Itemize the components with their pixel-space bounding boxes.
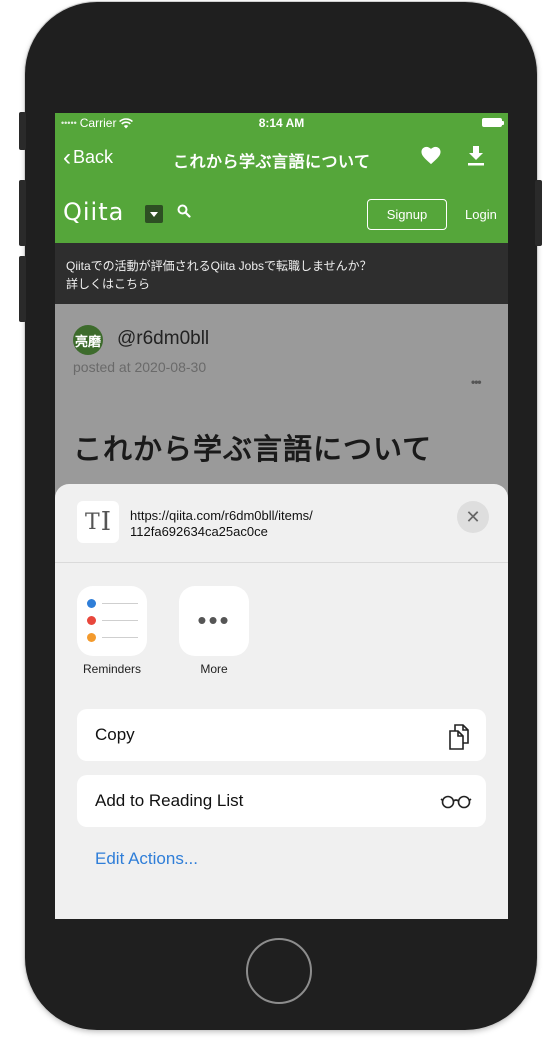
- copy-icon: [446, 723, 472, 756]
- banner-text: Qiitaでの活動が評価されるQiita Jobsで転職しませんか？: [66, 259, 372, 273]
- download-icon[interactable]: [467, 145, 487, 169]
- signup-button[interactable]: Signup: [367, 199, 447, 230]
- power-button: [535, 180, 542, 246]
- add-to-reading-list-action[interactable]: Add to Reading List: [77, 775, 486, 827]
- device-screen: ••••• Carrier 8:14 AM ‹ Back これから学ぶ言語につい…: [55, 113, 508, 919]
- author-username[interactable]: @r6dm0bll: [117, 328, 209, 350]
- share-url: https://qiita.com/r6dm0bll/items/ 112fa6…: [130, 508, 313, 540]
- more-label: More: [200, 662, 228, 676]
- edit-actions-link[interactable]: Edit Actions...: [95, 849, 198, 869]
- mute-switch: [19, 112, 26, 150]
- posted-date: posted at 2020-08-30: [73, 359, 207, 375]
- reading-list-label: Add to Reading List: [95, 791, 244, 810]
- more-apps-button[interactable]: •••: [179, 586, 249, 656]
- reminders-label: Reminders: [82, 662, 142, 676]
- share-url-line2: 112fa692634ca25ac0ce: [130, 524, 268, 539]
- jobs-banner[interactable]: Qiitaでの活動が評価されるQiita Jobsで転職しませんか？ 詳しくはこ…: [55, 243, 508, 304]
- volume-up-button: [19, 180, 26, 246]
- search-icon[interactable]: [177, 204, 191, 218]
- share-url-line1: https://qiita.com/r6dm0bll/items/: [130, 508, 313, 523]
- menu-dropdown-icon[interactable]: [145, 205, 163, 223]
- chevron-left-icon: ‹: [63, 143, 71, 171]
- nav-title: これから学ぶ言語について: [173, 154, 371, 171]
- status-time: 8:14 AM: [258, 116, 305, 130]
- navigation-bar: ‹ Back これから学ぶ言語について: [55, 133, 508, 185]
- divider: [55, 562, 508, 563]
- battery-icon: [482, 118, 504, 127]
- banner-link[interactable]: 詳しくはこちら: [66, 275, 150, 293]
- back-label: Back: [73, 147, 114, 167]
- more-options-icon[interactable]: •••: [471, 375, 482, 389]
- close-icon[interactable]: ✕: [457, 501, 489, 533]
- home-button[interactable]: [246, 938, 312, 1004]
- avatar[interactable]: 亮磨: [73, 325, 103, 355]
- copy-label: Copy: [95, 725, 135, 744]
- article-title: これから学ぶ言語について: [73, 434, 433, 466]
- share-sheet: TI https://qiita.com/r6dm0bll/items/ 112…: [55, 484, 508, 919]
- text-document-icon: TI: [77, 501, 119, 543]
- heart-icon[interactable]: [420, 145, 442, 171]
- status-bar: ••••• Carrier 8:14 AM: [55, 113, 508, 133]
- volume-down-button: [19, 256, 26, 322]
- qiita-header: Qiita Signup Login: [55, 185, 508, 243]
- reminders-app-button[interactable]: [77, 586, 147, 656]
- qiita-logo[interactable]: Qiita: [63, 198, 124, 226]
- copy-action[interactable]: Copy: [77, 709, 486, 761]
- reading-list-glasses-icon: [440, 793, 472, 814]
- login-link[interactable]: Login: [465, 207, 497, 222]
- back-button[interactable]: ‹ Back: [63, 143, 114, 171]
- more-icon: •••: [197, 605, 231, 635]
